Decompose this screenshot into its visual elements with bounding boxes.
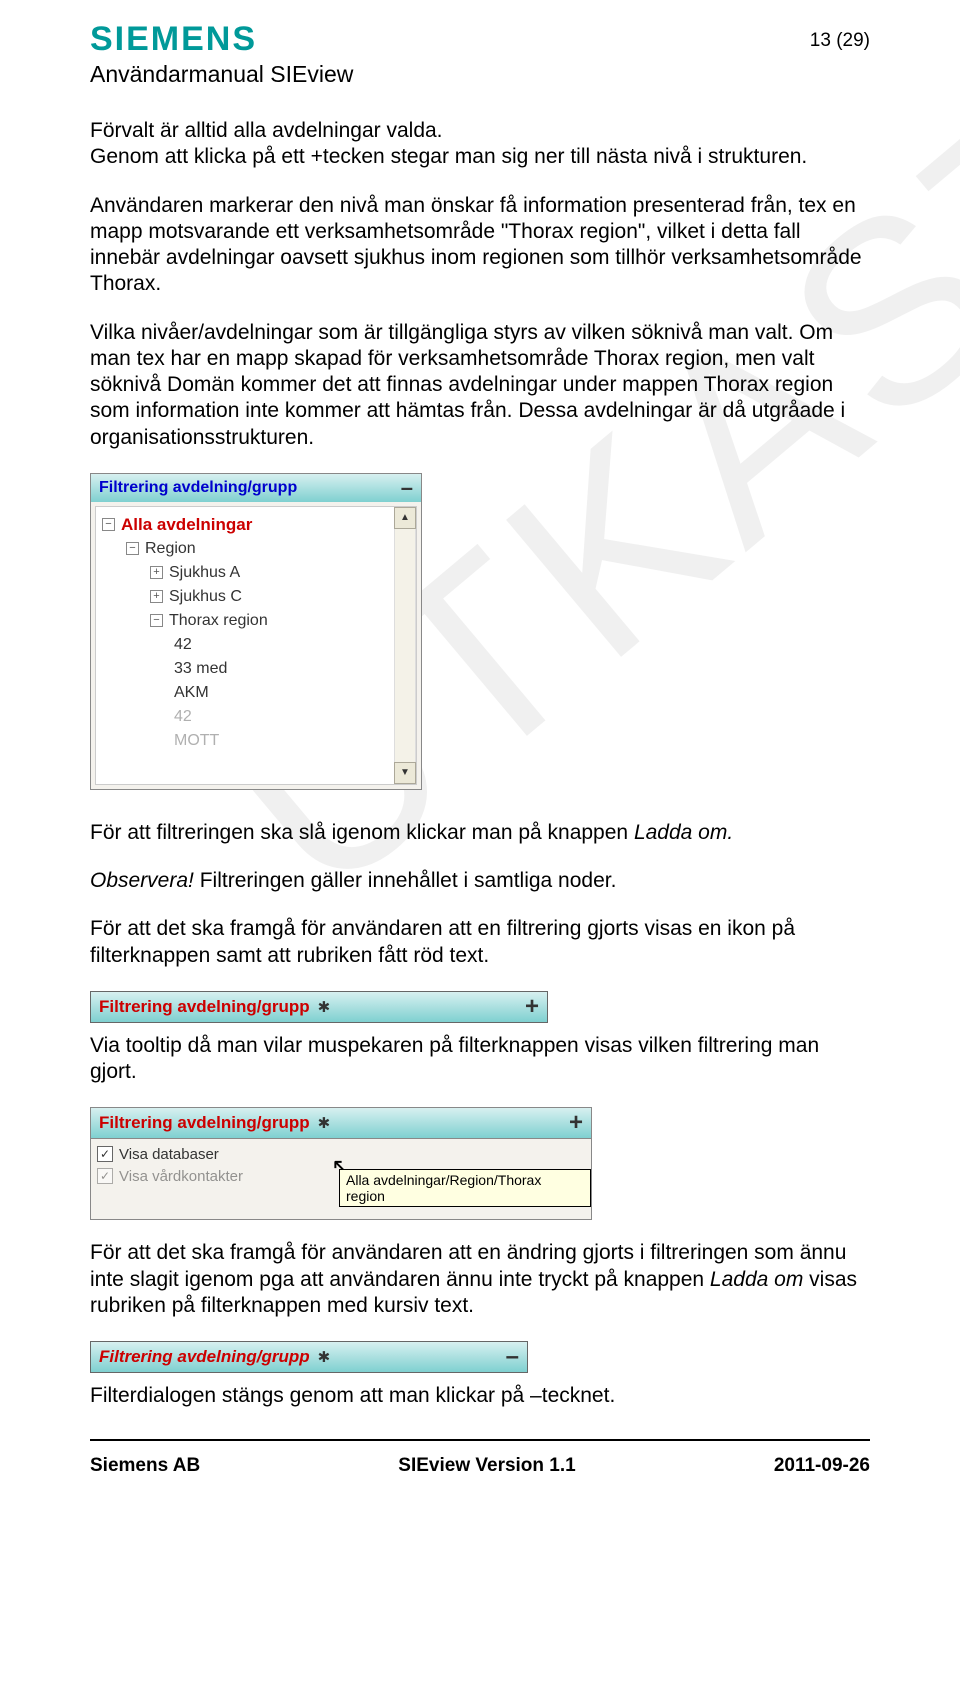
filter-header-red-italic[interactable]: Filtrering avdelning/grupp ✱ – bbox=[90, 1341, 528, 1373]
tree-item-disabled: 42 bbox=[102, 705, 412, 729]
scroll-down-button[interactable]: ▼ bbox=[394, 762, 416, 784]
tree-root[interactable]: − Alla avdelningar bbox=[102, 513, 412, 537]
paragraph-4: För att filtreringen ska slå igenom klic… bbox=[90, 820, 870, 846]
filter-panel-title: Filtrering avdelning/grupp bbox=[99, 479, 297, 497]
page-header: SIEMENS Användarmanual SIEview 13 (29) bbox=[90, 20, 870, 88]
filter-panel: Filtrering avdelning/grupp – ▲ ▼ − Alla … bbox=[90, 473, 422, 790]
footer-company: Siemens AB bbox=[90, 1455, 200, 1477]
filter-header-title: Filtrering avdelning/grupp bbox=[99, 1347, 310, 1367]
filter-panel-header[interactable]: Filtrering avdelning/grupp – bbox=[91, 474, 421, 502]
text: För att filtreringen ska slå igenom klic… bbox=[90, 821, 634, 844]
checkbox-checked-icon[interactable]: ✓ bbox=[97, 1146, 113, 1162]
expand-box-icon[interactable]: + bbox=[150, 590, 163, 603]
collapse-box-icon[interactable]: − bbox=[102, 518, 115, 531]
checkbox-label: Visa vårdkontakter bbox=[119, 1168, 243, 1185]
tree-label: Sjukhus C bbox=[169, 588, 242, 606]
scroll-up-button[interactable]: ▲ bbox=[394, 507, 416, 529]
tree-item-thorax[interactable]: − Thorax region bbox=[102, 609, 412, 633]
tree-item[interactable]: AKM bbox=[102, 681, 412, 705]
tree-item-sjukhus-a[interactable]: + Sjukhus A bbox=[102, 561, 412, 585]
paragraph-1: Förvalt är alltid alla avdelningar valda… bbox=[90, 118, 870, 171]
button-name-ref: Ladda om bbox=[710, 1268, 803, 1291]
expand-icon[interactable]: + bbox=[569, 1109, 583, 1137]
footer-version: SIEview Version 1.1 bbox=[398, 1455, 575, 1477]
observe-label: Observera! bbox=[90, 869, 194, 892]
collapse-box-icon[interactable]: − bbox=[150, 614, 163, 627]
manual-title: Användarmanual SIEview bbox=[90, 61, 353, 88]
gear-icon[interactable]: ✱ bbox=[318, 1114, 331, 1132]
scroll-track[interactable] bbox=[394, 529, 416, 762]
tree-label: 42 bbox=[174, 636, 192, 654]
collapse-icon[interactable]: – bbox=[506, 1343, 519, 1371]
checkbox-checked-icon[interactable]: ✓ bbox=[97, 1168, 113, 1184]
tree-label: 42 bbox=[174, 708, 192, 726]
gear-icon[interactable]: ✱ bbox=[318, 1348, 331, 1366]
checkbox-label: Visa databaser bbox=[119, 1146, 219, 1163]
button-name-ref: Ladda om. bbox=[634, 821, 733, 844]
page-number: 13 (29) bbox=[810, 30, 870, 52]
tree-item[interactable]: 33 med bbox=[102, 657, 412, 681]
text: Filtreringen gäller innehållet i samtlig… bbox=[194, 869, 617, 892]
filter-header-title: Filtrering avdelning/grupp bbox=[99, 997, 310, 1017]
tree-item-sjukhus-c[interactable]: + Sjukhus C bbox=[102, 585, 412, 609]
filter-header-red[interactable]: Filtrering avdelning/grupp ✱ + bbox=[90, 991, 548, 1023]
footer-divider bbox=[90, 1439, 870, 1441]
tooltip: Alla avdelningar/Region/Thorax region bbox=[339, 1169, 591, 1207]
tree-item[interactable]: 42 bbox=[102, 633, 412, 657]
paragraph-3: Vilka nivåer/avdelningar som är tillgäng… bbox=[90, 320, 870, 451]
filter-tooltip-header[interactable]: Filtrering avdelning/grupp ✱ + bbox=[91, 1108, 591, 1139]
paragraph-6: För att det ska framgå för användaren at… bbox=[90, 916, 870, 969]
tree-item-region[interactable]: − Region bbox=[102, 537, 412, 561]
tree-root-label: Alla avdelningar bbox=[121, 515, 252, 535]
tree-label: MOTT bbox=[174, 732, 219, 750]
footer: Siemens AB SIEview Version 1.1 2011-09-2… bbox=[90, 1449, 870, 1477]
collapse-box-icon[interactable]: − bbox=[126, 542, 139, 555]
paragraph-7: Via tooltip då man vilar muspekaren på f… bbox=[90, 1033, 870, 1086]
expand-box-icon[interactable]: + bbox=[150, 566, 163, 579]
gear-icon[interactable]: ✱ bbox=[318, 998, 331, 1016]
tree-label: Sjukhus A bbox=[169, 564, 240, 582]
filter-header-title: Filtrering avdelning/grupp bbox=[99, 1113, 310, 1133]
expand-icon[interactable]: + bbox=[525, 993, 539, 1021]
tree-label: Thorax region bbox=[169, 612, 268, 630]
paragraph-5: Observera! Filtreringen gäller innehålle… bbox=[90, 868, 870, 894]
paragraph-9: Filterdialogen stängs genom att man klic… bbox=[90, 1383, 870, 1409]
tree-label: AKM bbox=[174, 684, 209, 702]
tree-label: Region bbox=[145, 540, 196, 558]
filter-tree: ▲ ▼ − Alla avdelningar − Region + Sjukhu… bbox=[95, 506, 417, 785]
siemens-logo: SIEMENS bbox=[90, 20, 353, 59]
collapse-icon[interactable]: – bbox=[401, 475, 413, 501]
tree-label: 33 med bbox=[174, 660, 227, 678]
filter-tooltip-panel: Filtrering avdelning/grupp ✱ + ✓ Visa da… bbox=[90, 1107, 592, 1220]
paragraph-2: Användaren markerar den nivå man önskar … bbox=[90, 193, 870, 298]
tree-item-disabled: MOTT bbox=[102, 729, 412, 753]
paragraph-8: För att det ska framgå för användaren at… bbox=[90, 1240, 870, 1319]
footer-date: 2011-09-26 bbox=[774, 1455, 870, 1477]
